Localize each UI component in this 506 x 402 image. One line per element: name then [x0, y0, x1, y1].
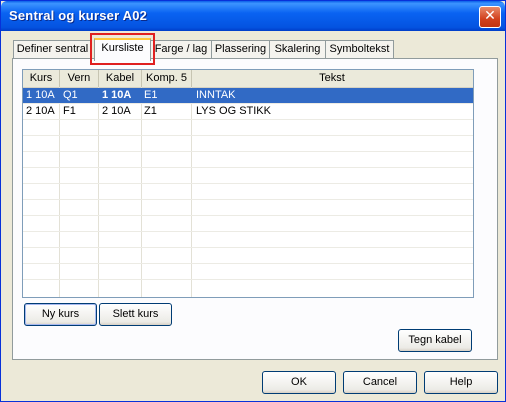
tab-highlight-box	[90, 33, 155, 65]
cell-vern: Q1	[63, 89, 78, 101]
grid-line	[23, 247, 473, 248]
grid-line	[23, 199, 473, 200]
grid-line	[23, 135, 473, 136]
cell-kurs: 2 10A	[26, 105, 55, 117]
grid-line	[23, 231, 473, 232]
column-header-komp[interactable]: Komp. 5	[142, 70, 192, 87]
cell-komp: E1	[144, 89, 158, 101]
table-row[interactable]: 2 10A F1 2 10A Z1 LYS OG STIKK	[23, 104, 473, 119]
column-header-tekst[interactable]: Tekst	[192, 70, 472, 87]
table-row[interactable]: 1 10A Q1 1 10A E1 INNTAK	[23, 88, 473, 103]
grid-line	[23, 183, 473, 184]
draw-cable-button[interactable]: Tegn kabel	[398, 329, 472, 352]
tab-skalering[interactable]: Skalering	[269, 40, 326, 58]
new-course-button[interactable]: Ny kurs	[24, 303, 97, 326]
grid-line	[23, 279, 473, 280]
column-header-vern[interactable]: Vern	[60, 70, 99, 87]
cell-kurs: 1 10A	[26, 89, 55, 101]
delete-course-button[interactable]: Slett kurs	[99, 303, 172, 326]
cell-kabel: 2 10A	[102, 105, 131, 117]
cell-kabel: 1 10A	[102, 89, 132, 101]
tab-definer-sentral[interactable]: Definer sentral	[13, 40, 92, 58]
grid-line	[23, 263, 473, 264]
cell-komp: Z1	[144, 105, 157, 117]
dialog-window: Sentral og kurser A02 ✕ Definer sentral …	[0, 0, 506, 402]
grid-line	[23, 167, 473, 168]
column-header-kurs[interactable]: Kurs	[23, 70, 60, 87]
cell-tekst: INNTAK	[196, 89, 236, 101]
cell-vern: F1	[63, 105, 76, 117]
tab-symboltekst[interactable]: Symboltekst	[325, 40, 394, 58]
grid-line	[23, 119, 473, 120]
title-bar[interactable]: Sentral og kurser A02 ✕	[1, 1, 505, 31]
close-icon[interactable]: ✕	[479, 6, 501, 28]
tab-plassering[interactable]: Plassering	[211, 40, 270, 58]
help-button[interactable]: Help	[424, 371, 498, 394]
table-header: Kurs Vern Kabel Komp. 5 Tekst	[23, 70, 473, 88]
cancel-button[interactable]: Cancel	[343, 371, 417, 394]
tab-farge-lag[interactable]: Farge / lag	[150, 40, 212, 58]
course-list[interactable]: Kurs Vern Kabel Komp. 5 Tekst 1 10A Q1 1…	[22, 69, 474, 298]
grid-line	[23, 151, 473, 152]
cell-tekst: LYS OG STIKK	[196, 105, 271, 117]
grid-line	[23, 215, 473, 216]
ok-button[interactable]: OK	[262, 371, 336, 394]
window-title: Sentral og kurser A02	[9, 8, 148, 23]
column-header-kabel[interactable]: Kabel	[99, 70, 142, 87]
